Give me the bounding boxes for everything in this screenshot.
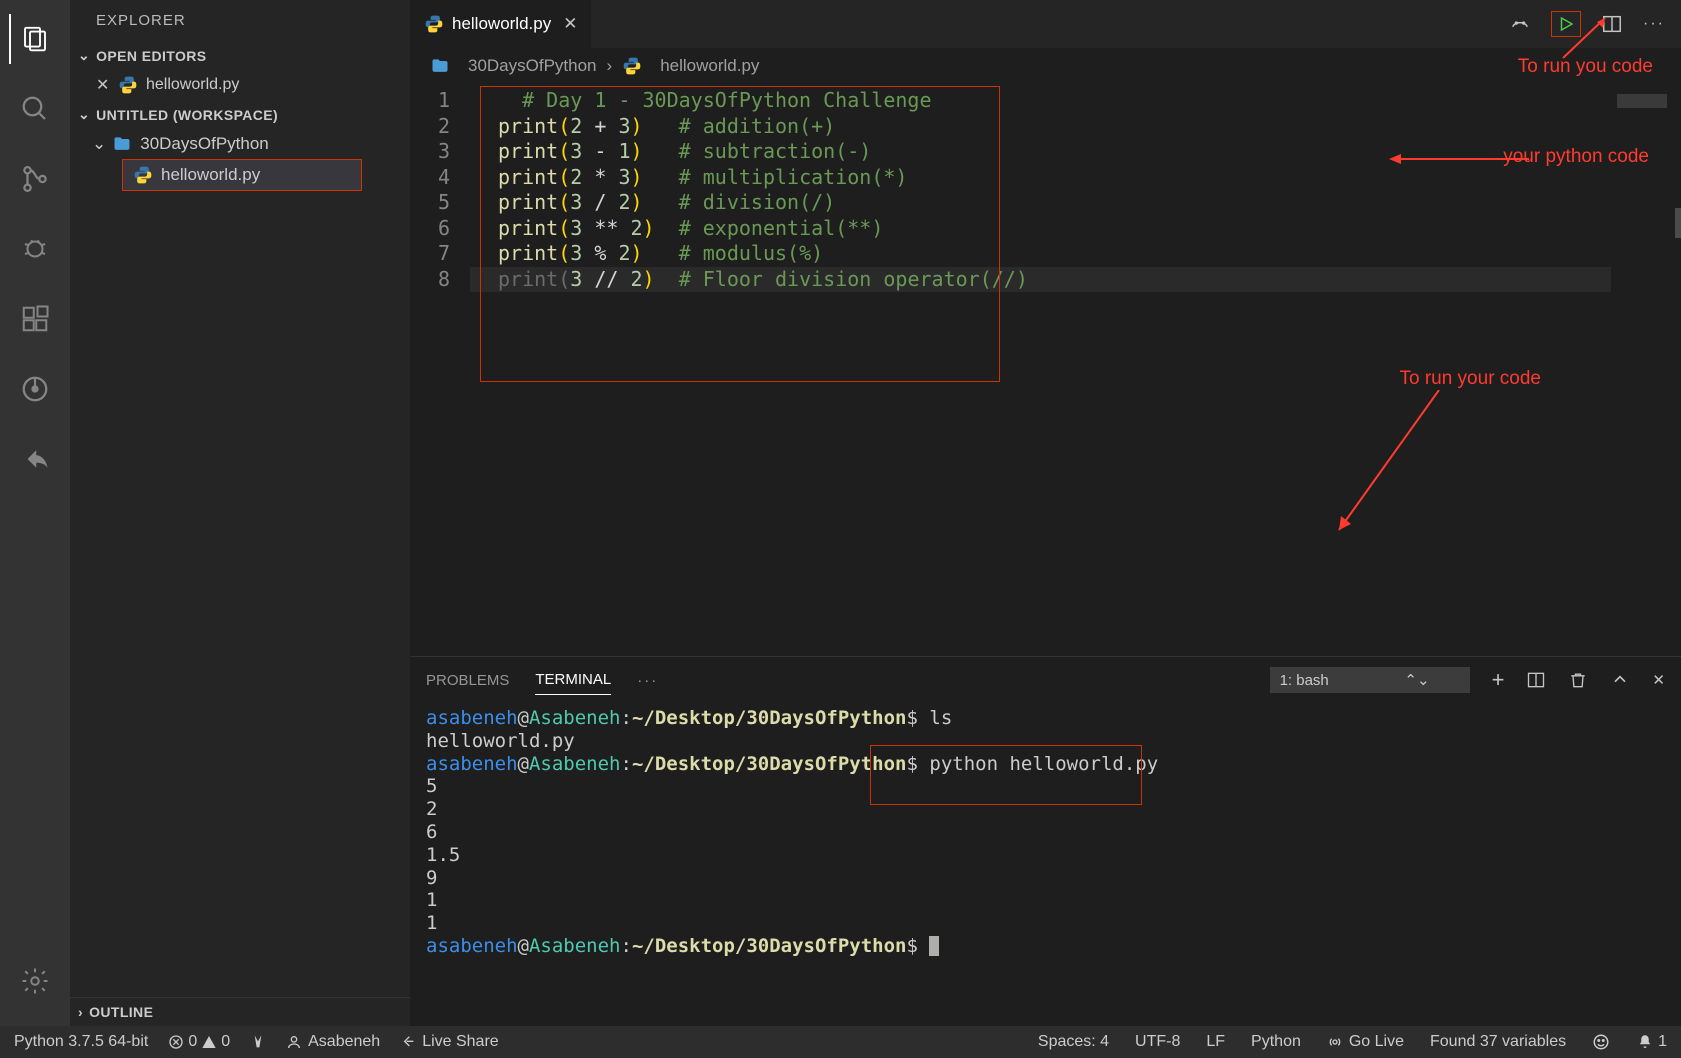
status-spaces[interactable]: Spaces: 4 <box>1038 1033 1109 1051</box>
open-editors-label: OPEN EDITORS <box>96 48 206 64</box>
gitlens-toggle-icon[interactable] <box>1509 13 1531 35</box>
dropdown-icon: ⌃⌄ <box>1404 671 1429 689</box>
more-icon[interactable]: ··· <box>637 672 658 689</box>
tab-actions: ··· <box>1509 0 1681 48</box>
python-file-icon <box>118 75 138 95</box>
close-icon[interactable]: ✕ <box>563 14 577 34</box>
status-notifications[interactable]: 1 <box>1636 1033 1667 1051</box>
breadcrumb-separator: › <box>607 56 613 76</box>
bottom-panel: PROBLEMS TERMINAL ··· 1: bash ⌃⌄ + <box>410 656 1681 1026</box>
line-number-gutter: 1 2 3 4 5 6 7 8 <box>410 88 470 656</box>
workspace-header[interactable]: ⌄ UNTITLED (WORKSPACE) <box>70 100 410 129</box>
status-errors[interactable]: 0 0 <box>168 1033 230 1051</box>
status-feedback-icon[interactable] <box>1592 1033 1610 1051</box>
code-lines[interactable]: # Day 1 - 30DaysOfPython Challenge print… <box>470 88 1611 656</box>
editor-area: helloworld.py ✕ ··· 30DaysOfPython <box>410 0 1681 1026</box>
python-file-icon <box>424 14 444 34</box>
tab-bar: helloworld.py ✕ ··· <box>410 0 1681 48</box>
chevron-down-icon: ⌄ <box>78 106 90 123</box>
file-item[interactable]: helloworld.py <box>122 159 362 191</box>
python-file-icon <box>622 56 642 76</box>
status-eol[interactable]: LF <box>1206 1033 1225 1051</box>
gitlens-icon[interactable] <box>10 364 60 414</box>
panel-tabs: PROBLEMS TERMINAL ··· 1: bash ⌃⌄ + <box>410 657 1681 703</box>
kill-terminal-icon[interactable] <box>1568 670 1588 690</box>
new-terminal-icon[interactable]: + <box>1492 667 1505 693</box>
settings-gear-icon[interactable] <box>10 956 60 1006</box>
folder-icon <box>112 134 132 154</box>
search-icon[interactable] <box>10 84 60 134</box>
breadcrumbs[interactable]: 30DaysOfPython › helloworld.py <box>410 48 1681 84</box>
status-language[interactable]: Python <box>1251 1033 1301 1051</box>
tab-filename: helloworld.py <box>452 14 551 34</box>
status-liveshare[interactable]: Live Share <box>400 1033 499 1051</box>
status-python-version[interactable]: Python 3.7.5 64-bit <box>14 1033 148 1051</box>
open-editors-header[interactable]: ⌄ OPEN EDITORS <box>70 41 410 70</box>
open-editor-filename: helloworld.py <box>146 76 239 94</box>
editor-tab[interactable]: helloworld.py ✕ <box>410 0 592 48</box>
source-control-icon[interactable] <box>10 154 60 204</box>
run-button[interactable] <box>1551 11 1581 37</box>
terminal-cursor <box>929 936 939 956</box>
open-editor-item[interactable]: ✕ helloworld.py <box>70 70 410 100</box>
workspace-label: UNTITLED (WORKSPACE) <box>96 107 278 123</box>
chevron-right-icon: › <box>78 1004 83 1020</box>
status-found-variables[interactable]: Found 37 variables <box>1430 1033 1566 1051</box>
maximize-panel-icon[interactable] <box>1610 670 1630 690</box>
outline-header[interactable]: › OUTLINE <box>70 997 410 1026</box>
breadcrumb-folder[interactable]: 30DaysOfPython <box>468 56 597 76</box>
split-terminal-icon[interactable] <box>1526 670 1546 690</box>
quokka-icon[interactable] <box>250 1034 266 1050</box>
breadcrumb-file[interactable]: helloworld.py <box>660 56 759 76</box>
chevron-down-icon: ⌄ <box>92 134 106 154</box>
file-name: helloworld.py <box>161 165 260 185</box>
folder-item[interactable]: ⌄ 30DaysOfPython <box>70 129 410 159</box>
code-editor[interactable]: 1 2 3 4 5 6 7 8 # Day 1 - 30DaysOfPython… <box>410 84 1681 656</box>
liveshare-activity-icon[interactable] <box>10 434 60 484</box>
status-bar: Python 3.7.5 64-bit 0 0 Asabeneh Live Sh… <box>0 1026 1681 1058</box>
terminal-shell-select[interactable]: 1: bash ⌃⌄ <box>1270 667 1470 693</box>
status-liveshare-user[interactable]: Asabeneh <box>286 1033 380 1051</box>
sidebar-title: EXPLORER <box>70 0 410 41</box>
folder-icon <box>430 56 450 76</box>
sidebar: EXPLORER ⌄ OPEN EDITORS ✕ helloworld.py … <box>70 0 410 1026</box>
close-panel-icon[interactable]: ✕ <box>1652 671 1665 689</box>
status-encoding[interactable]: UTF-8 <box>1135 1033 1180 1051</box>
panel-tab-problems[interactable]: PROBLEMS <box>426 666 509 695</box>
close-icon[interactable]: ✕ <box>96 75 118 95</box>
terminal[interactable]: asabeneh@Asabeneh:~/Desktop/30DaysOfPyth… <box>410 703 1681 1026</box>
folder-name: 30DaysOfPython <box>140 134 269 154</box>
panel-tab-terminal[interactable]: TERMINAL <box>535 665 611 695</box>
more-actions-icon[interactable]: ··· <box>1643 15 1665 33</box>
split-editor-icon[interactable] <box>1601 13 1623 35</box>
activity-bar <box>0 0 70 1026</box>
debug-icon[interactable] <box>10 224 60 274</box>
extensions-icon[interactable] <box>10 294 60 344</box>
chevron-down-icon: ⌄ <box>78 47 90 64</box>
explorer-icon[interactable] <box>9 14 59 64</box>
minimap[interactable] <box>1611 88 1681 656</box>
python-file-icon <box>133 165 153 185</box>
status-golive[interactable]: Go Live <box>1327 1033 1404 1051</box>
outline-label: OUTLINE <box>89 1004 153 1020</box>
